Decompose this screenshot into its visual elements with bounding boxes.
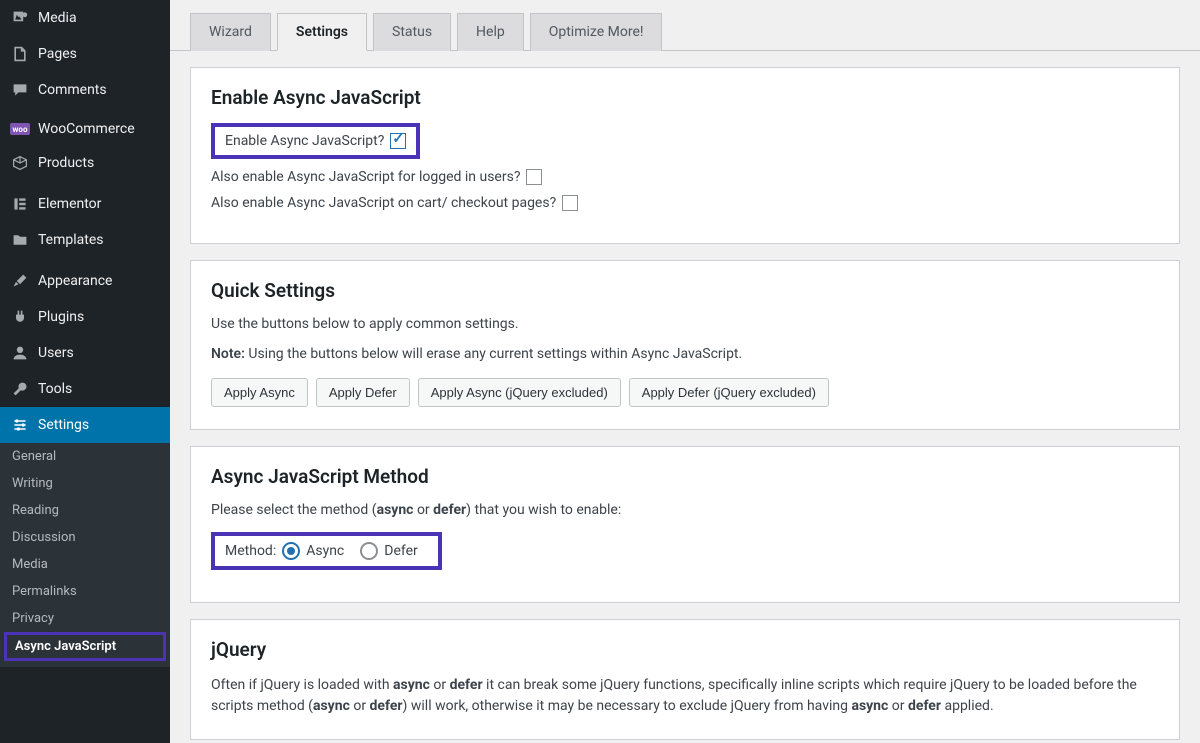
sidebar-item-label: Products	[38, 155, 94, 171]
sidebar-sub-writing[interactable]: Writing	[0, 470, 170, 497]
apply-defer-jquery-excluded-button[interactable]: Apply Defer (jQuery excluded)	[629, 378, 829, 407]
elementor-icon	[10, 194, 30, 214]
page-icon	[10, 44, 30, 64]
quick-settings-desc: Use the buttons below to apply common se…	[211, 316, 1159, 332]
note-text: Using the buttons below will erase any c…	[245, 346, 742, 362]
panel-heading: Enable Async JavaScript	[211, 86, 1159, 109]
sidebar-item-label: Settings	[38, 417, 89, 433]
sidebar-item-label: Comments	[38, 82, 107, 98]
sliders-icon	[10, 415, 30, 435]
method-label: Method:	[225, 543, 276, 559]
enable-async-highlight: Enable Async JavaScript?	[211, 123, 420, 159]
sidebar-item-label: Pages	[38, 46, 77, 62]
sidebar-sub-discussion[interactable]: Discussion	[0, 524, 170, 551]
media-icon	[10, 8, 30, 28]
cart-checkout-checkbox[interactable]	[562, 195, 578, 211]
enable-async-label: Enable Async JavaScript?	[225, 133, 384, 149]
panel-jquery: jQuery Often if jQuery is loaded with as…	[190, 619, 1180, 740]
quick-settings-buttons: Apply Async Apply Defer Apply Async (jQu…	[211, 378, 1159, 407]
plug-icon	[10, 307, 30, 327]
tab-settings[interactable]: Settings	[277, 13, 367, 51]
logged-in-users-label: Also enable Async JavaScript for logged …	[211, 169, 520, 185]
main-content: Wizard Settings Status Help Optimize Mor…	[170, 0, 1200, 743]
sidebar-item-elementor[interactable]: Elementor	[0, 186, 170, 222]
sidebar-item-pages[interactable]: Pages	[0, 36, 170, 72]
sidebar-item-users[interactable]: Users	[0, 335, 170, 371]
sidebar-item-label: Plugins	[38, 309, 84, 325]
woo-icon: woo	[10, 123, 30, 135]
panel-method: Async JavaScript Method Please select th…	[190, 446, 1180, 603]
sidebar-submenu-settings: General Writing Reading Discussion Media…	[0, 443, 170, 667]
sidebar-item-settings[interactable]: Settings	[0, 407, 170, 443]
sidebar-item-products[interactable]: Products	[0, 145, 170, 181]
tab-status[interactable]: Status	[373, 13, 451, 51]
sidebar-sub-privacy[interactable]: Privacy	[0, 605, 170, 632]
apply-async-button[interactable]: Apply Async	[211, 378, 308, 407]
admin-sidebar: Media Pages Comments woo WooCommerce Pro…	[0, 0, 170, 743]
panel-quick-settings: Quick Settings Use the buttons below to …	[190, 260, 1180, 430]
sidebar-item-label: Media	[38, 10, 77, 26]
method-desc: Please select the method (async or defer…	[211, 502, 1159, 518]
sidebar-item-media[interactable]: Media	[0, 0, 170, 36]
sidebar-item-comments[interactable]: Comments	[0, 72, 170, 108]
method-defer-label: Defer	[384, 543, 417, 559]
wrench-icon	[10, 379, 30, 399]
folder-icon	[10, 230, 30, 250]
tab-optimize-more[interactable]: Optimize More!	[530, 13, 663, 51]
method-highlight: Method: Async Defer	[211, 532, 442, 570]
user-icon	[10, 343, 30, 363]
note-bold: Note:	[211, 346, 245, 362]
method-defer-radio[interactable]	[360, 542, 378, 560]
apply-defer-button[interactable]: Apply Defer	[316, 378, 410, 407]
jquery-desc: Often if jQuery is loaded with async or …	[211, 675, 1159, 717]
panel-enable-async: Enable Async JavaScript Enable Async Jav…	[190, 67, 1180, 244]
cart-checkout-label: Also enable Async JavaScript on cart/ ch…	[211, 195, 556, 211]
logged-in-users-checkbox[interactable]	[526, 169, 542, 185]
sidebar-item-appearance[interactable]: Appearance	[0, 263, 170, 299]
sidebar-sub-async-javascript[interactable]: Async JavaScript	[4, 632, 166, 661]
brush-icon	[10, 271, 30, 291]
enable-async-checkbox[interactable]	[390, 133, 406, 149]
sidebar-item-label: Templates	[38, 232, 104, 248]
sidebar-sub-media[interactable]: Media	[0, 551, 170, 578]
sidebar-item-label: Users	[38, 345, 74, 361]
panel-heading: Async JavaScript Method	[211, 465, 1159, 488]
tab-help[interactable]: Help	[457, 13, 524, 51]
sidebar-item-tools[interactable]: Tools	[0, 371, 170, 407]
sidebar-item-label: WooCommerce	[38, 121, 135, 137]
method-async-label: Async	[306, 543, 344, 559]
box-icon	[10, 153, 30, 173]
comment-icon	[10, 80, 30, 100]
sidebar-item-woocommerce[interactable]: woo WooCommerce	[0, 113, 170, 145]
sidebar-item-label: Tools	[38, 381, 72, 397]
quick-settings-note: Note: Using the buttons below will erase…	[211, 346, 1159, 362]
panel-heading: Quick Settings	[211, 279, 1159, 302]
apply-async-jquery-excluded-button[interactable]: Apply Async (jQuery excluded)	[418, 378, 621, 407]
sidebar-item-label: Elementor	[38, 196, 101, 212]
tab-wizard[interactable]: Wizard	[190, 13, 271, 51]
panel-heading: jQuery	[211, 638, 1159, 661]
sidebar-sub-general[interactable]: General	[0, 443, 170, 470]
sidebar-item-plugins[interactable]: Plugins	[0, 299, 170, 335]
method-async-radio[interactable]	[282, 542, 300, 560]
sidebar-sub-reading[interactable]: Reading	[0, 497, 170, 524]
sidebar-item-label: Appearance	[38, 273, 112, 289]
tab-row: Wizard Settings Status Help Optimize Mor…	[170, 0, 1200, 51]
sidebar-item-templates[interactable]: Templates	[0, 222, 170, 258]
sidebar-sub-permalinks[interactable]: Permalinks	[0, 578, 170, 605]
